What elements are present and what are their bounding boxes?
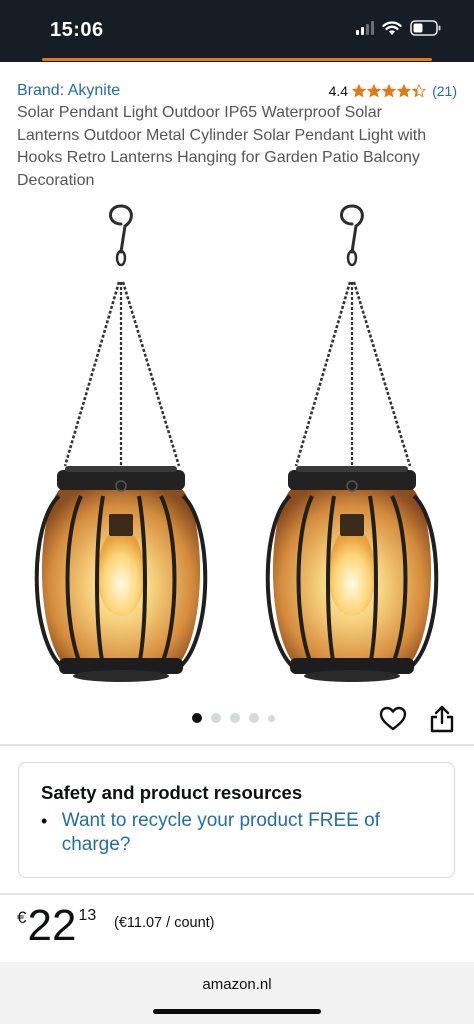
price-currency: € [17,908,27,927]
share-icon[interactable] [428,704,456,734]
rating-stars-icon [352,84,426,98]
url-text[interactable]: amazon.nl [0,976,474,993]
unit-price: (€11.07 / count) [114,915,215,931]
cellular-signal-icon [356,21,374,35]
safety-list-item: • Want to recycle your product FREE of c… [41,809,431,857]
section-divider [0,893,474,895]
recycle-link[interactable]: Want to recycle your product FREE of cha… [62,809,431,857]
carousel-dot[interactable] [249,713,259,723]
section-divider [0,744,474,746]
heart-icon[interactable] [379,705,407,733]
carousel-dot[interactable] [192,713,202,723]
home-indicator[interactable] [153,1009,321,1014]
wifi-icon [382,20,402,35]
clock: 15:06 [50,19,104,41]
carousel-dot[interactable] [211,713,221,723]
bullet-icon: • [41,811,48,831]
status-bar: 15:06 [0,0,474,58]
rating-value: 4.4 [328,83,349,99]
battery-icon [410,20,441,36]
carousel-dot[interactable] [230,713,240,723]
browser-address-bar[interactable]: amazon.nl [0,962,474,1024]
price-whole: 22 [27,901,77,950]
rating-summary[interactable]: 4.4 (21) [329,83,457,99]
price-fraction: 13 [78,907,97,924]
carousel-dot[interactable] [268,714,275,722]
safety-heading: Safety and product resources [41,782,303,803]
image-carousel-indicator[interactable] [192,713,275,723]
status-icons [356,20,442,36]
price: € 22 13 [17,904,96,948]
brand-link[interactable]: Brand: Akynite [17,82,120,100]
product-image[interactable] [0,190,474,690]
rating-count: (21) [432,83,457,99]
brand-rating-row: Brand: Akynite 4.4 (21) [17,80,457,102]
product-title: Solar Pendant Light Outdoor IP65 Waterpr… [17,104,427,189]
safety-resources-card: Safety and product resources • Want to r… [18,762,455,878]
page-load-progress [0,58,474,62]
